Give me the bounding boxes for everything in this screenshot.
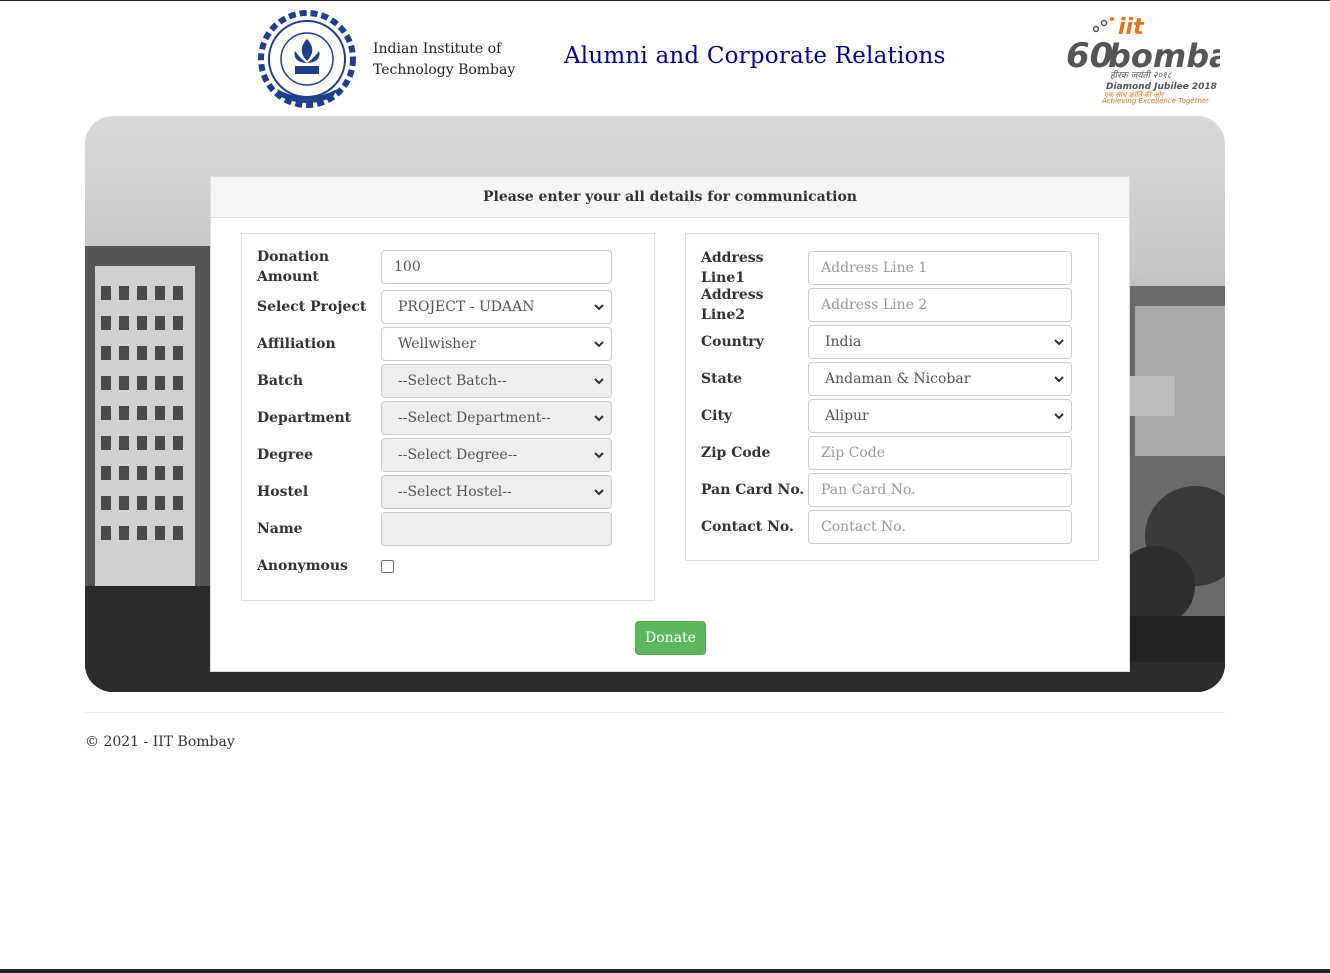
- donate-button[interactable]: Donate: [635, 621, 706, 655]
- contact-row: Contact No. Contact No.: [701, 510, 1072, 544]
- donation-amount-label: Donation Amount: [257, 249, 330, 285]
- contact-input[interactable]: Contact No.: [808, 510, 1072, 544]
- country-value: India: [825, 334, 862, 350]
- chevron-down-icon: [594, 489, 604, 496]
- zip-row: Zip Code Zip Code: [701, 436, 1072, 470]
- state-dropdown[interactable]: Andaman & Nicobar: [808, 362, 1072, 396]
- institute-name-line2: Technology Bombay: [373, 62, 516, 78]
- select-project-value: PROJECT - UDAAN: [398, 299, 535, 315]
- city-value: Alipur: [825, 408, 869, 424]
- state-row: State Andaman & Nicobar: [701, 362, 1072, 396]
- pan-input[interactable]: Pan Card No.: [808, 473, 1072, 507]
- jubilee-logo-bombay: bombay: [1108, 37, 1220, 75]
- department-row: Department --Select Department--: [257, 401, 612, 435]
- anonymous-label: Anonymous: [257, 558, 348, 574]
- address2-input[interactable]: Address Line 2: [808, 288, 1072, 322]
- batch-label: Batch: [257, 373, 304, 389]
- iit-bombay-seal-logo: [258, 10, 356, 108]
- jubilee-logo-60: 60: [1066, 36, 1113, 76]
- pan-label: Pan Card No.: [701, 482, 805, 498]
- donation-details-group: Donation Amount 100 Select Project PROJE…: [241, 233, 655, 601]
- diamond-jubilee-logo: iit 60 bombay हीरक जयंती २०१८ Diamond Ju…: [1066, 15, 1220, 105]
- name-label: Name: [257, 521, 303, 537]
- contact-label: Contact No.: [701, 519, 794, 535]
- degree-value: --Select Degree--: [398, 447, 518, 463]
- zip-label: Zip Code: [701, 445, 771, 461]
- batch-row: Batch --Select Batch--: [257, 364, 612, 398]
- state-label: State: [701, 371, 743, 387]
- select-project-row: Select Project PROJECT - UDAAN: [257, 290, 612, 324]
- affiliation-row: Affiliation Wellwisher: [257, 327, 612, 361]
- anonymous-row: Anonymous: [257, 549, 394, 583]
- affiliation-value: Wellwisher: [398, 336, 477, 352]
- name-input[interactable]: [381, 512, 612, 546]
- institute-name: Indian Institute of Technology Bombay: [373, 39, 515, 81]
- city-row: City Alipur: [701, 399, 1072, 433]
- chevron-down-icon: [594, 415, 604, 422]
- department-dropdown[interactable]: --Select Department--: [381, 401, 612, 435]
- form-heading: Please enter your all details for commun…: [211, 177, 1129, 218]
- chevron-down-icon: [594, 304, 604, 311]
- jubilee-logo-hindi: हीरक जयंती २०१८: [1110, 69, 1172, 81]
- donation-amount-row: Donation Amount 100: [257, 249, 612, 285]
- institute-name-line1: Indian Institute of: [373, 41, 502, 57]
- zip-placeholder: Zip Code: [821, 445, 886, 461]
- chevron-down-icon: [594, 341, 604, 348]
- hostel-value: --Select Hostel--: [398, 484, 512, 500]
- jubilee-logo-tagline: Achieving Excellence Together: [1101, 97, 1210, 105]
- degree-dropdown[interactable]: --Select Degree--: [381, 438, 612, 472]
- chevron-down-icon: [1054, 413, 1064, 420]
- pan-placeholder: Pan Card No.: [821, 482, 916, 498]
- chevron-down-icon: [1054, 339, 1064, 346]
- degree-row: Degree --Select Degree--: [257, 438, 612, 472]
- contact-placeholder: Contact No.: [821, 519, 906, 535]
- address2-placeholder: Address Line 2: [821, 297, 928, 313]
- page-header: Indian Institute of Technology Bombay Al…: [0, 1, 1330, 113]
- hostel-row: Hostel --Select Hostel--: [257, 475, 612, 509]
- campus-building-left: [85, 246, 225, 692]
- footer-copyright: © 2021 - IIT Bombay: [85, 734, 235, 750]
- address2-row: Address Line2 Address Line 2: [701, 287, 1072, 323]
- city-label: City: [701, 408, 733, 424]
- anonymous-checkbox[interactable]: [381, 559, 394, 573]
- country-row: Country India: [701, 325, 1072, 359]
- chevron-down-icon: [594, 378, 604, 385]
- batch-dropdown[interactable]: --Select Batch--: [381, 364, 612, 398]
- country-dropdown[interactable]: India: [808, 325, 1072, 359]
- name-row: Name: [257, 512, 612, 546]
- chevron-down-icon: [594, 452, 604, 459]
- zip-input[interactable]: Zip Code: [808, 436, 1072, 470]
- donation-form-card: Please enter your all details for commun…: [210, 176, 1130, 672]
- address1-row: Address Line1 Address Line 1: [701, 250, 1072, 286]
- country-label: Country: [701, 334, 764, 350]
- select-project-label: Select Project: [257, 299, 367, 315]
- donation-amount-input[interactable]: 100: [381, 250, 612, 284]
- address1-input[interactable]: Address Line 1: [808, 251, 1072, 285]
- city-dropdown[interactable]: Alipur: [808, 399, 1072, 433]
- footer-divider: [85, 712, 1225, 713]
- department-label: Department: [257, 410, 352, 426]
- address1-label: Address Line1: [701, 250, 764, 286]
- communication-details-group: Address Line1 Address Line 1 Address Lin…: [685, 233, 1099, 561]
- degree-label: Degree: [257, 447, 314, 463]
- chevron-down-icon: [1054, 376, 1064, 383]
- state-value: Andaman & Nicobar: [825, 371, 971, 387]
- select-project-dropdown[interactable]: PROJECT - UDAAN: [381, 290, 612, 324]
- department-value: --Select Department--: [398, 410, 551, 426]
- pan-row: Pan Card No. Pan Card No.: [701, 473, 1072, 507]
- donation-amount-value: 100: [394, 259, 421, 275]
- hostel-label: Hostel: [257, 484, 309, 500]
- address1-placeholder: Address Line 1: [821, 260, 928, 276]
- address2-label: Address Line2: [701, 287, 764, 323]
- site-title: Alumni and Corporate Relations: [564, 43, 946, 69]
- affiliation-dropdown[interactable]: Wellwisher: [381, 327, 612, 361]
- hostel-dropdown[interactable]: --Select Hostel--: [381, 475, 612, 509]
- batch-value: --Select Batch--: [398, 373, 507, 389]
- affiliation-label: Affiliation: [257, 336, 336, 352]
